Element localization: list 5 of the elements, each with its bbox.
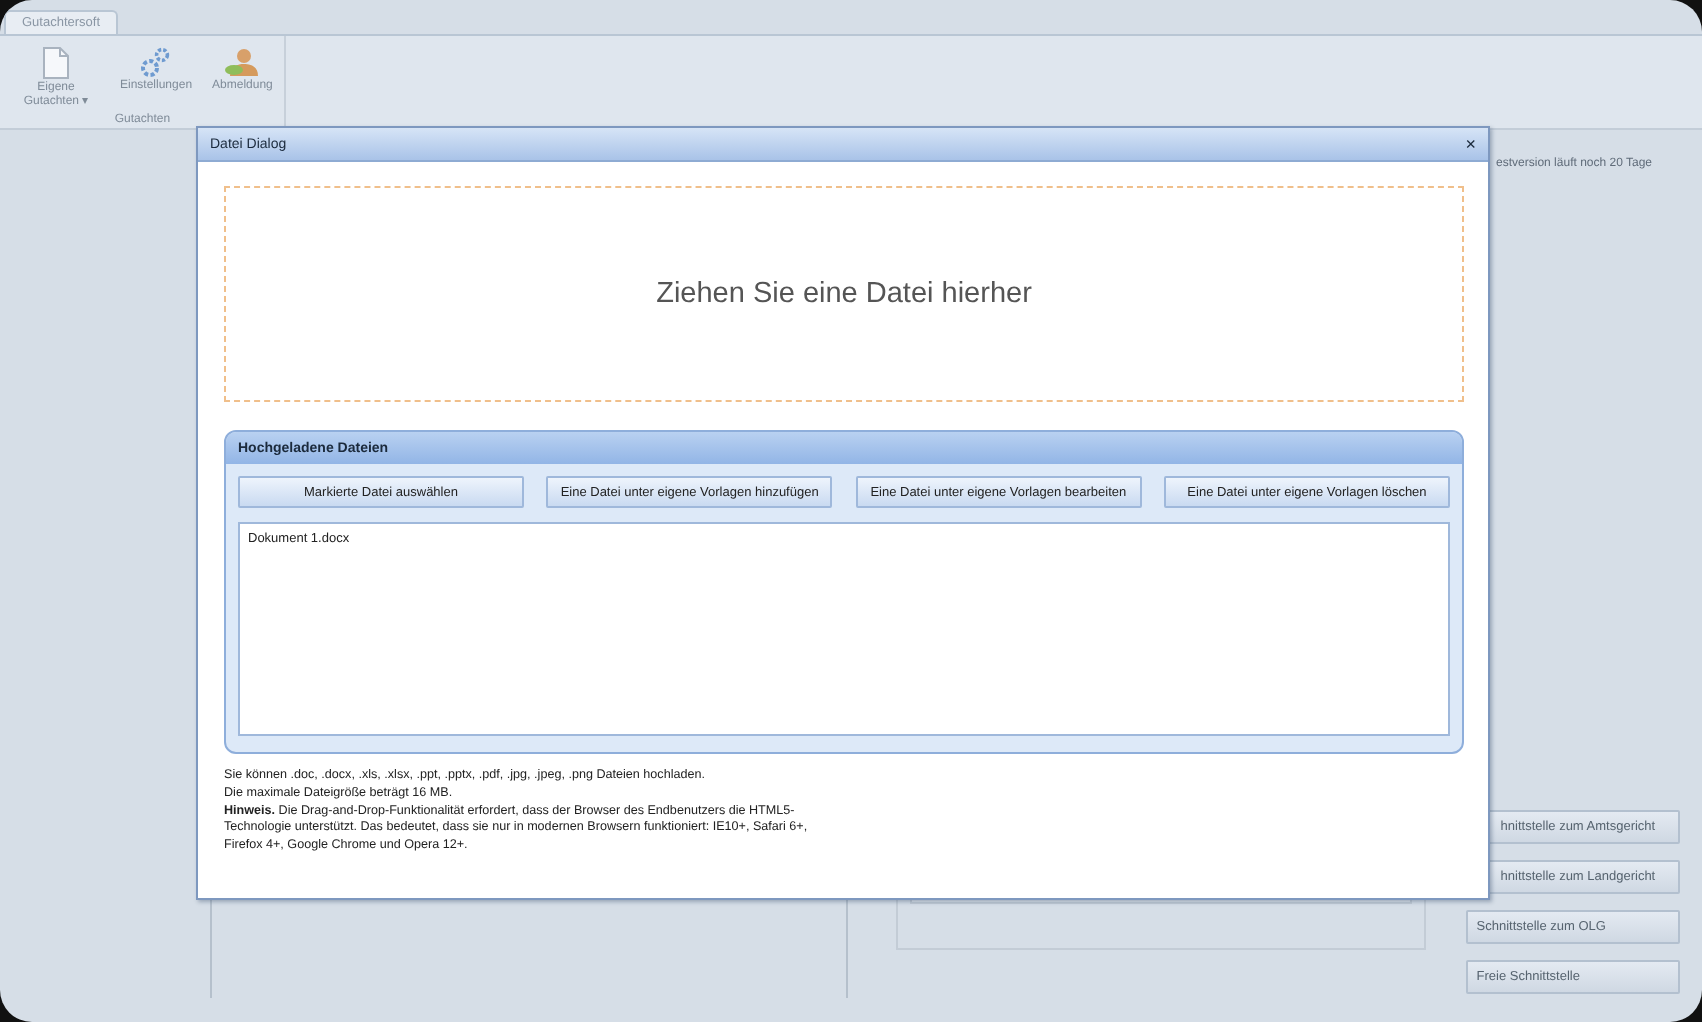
person-icon: [224, 46, 261, 78]
drop-zone[interactable]: Ziehen Sie eine Datei hierher: [224, 186, 1464, 402]
document-icon: [42, 46, 70, 80]
close-button[interactable]: ×: [1465, 135, 1476, 153]
gears-icon: [140, 46, 173, 78]
